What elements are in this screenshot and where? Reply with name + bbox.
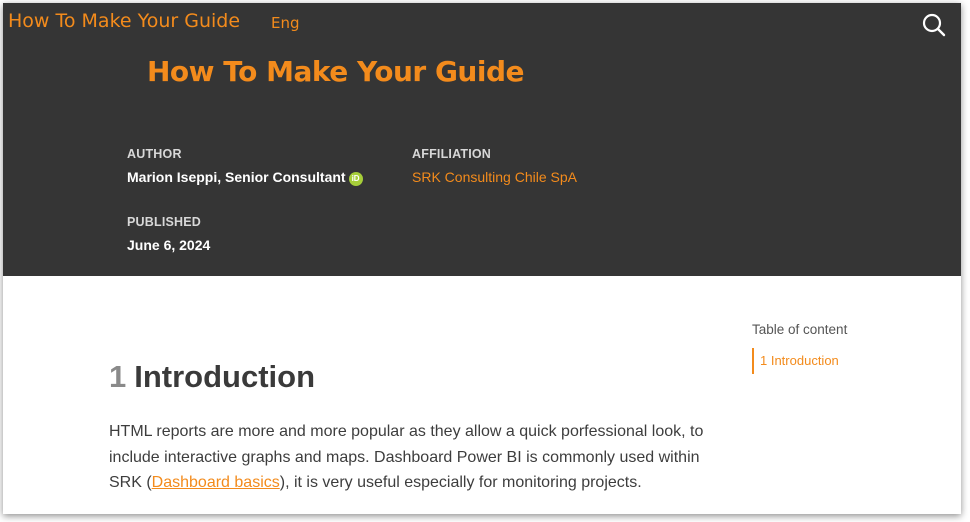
page-title: How To Make Your Guide: [147, 55, 525, 88]
published-label: PUBLISHED: [127, 215, 202, 229]
search-button[interactable]: [921, 12, 947, 38]
intro-text-part2: ), it is very useful especially for moni…: [279, 474, 642, 491]
author-name-row: Marion Iseppi, Senior Consultant iD: [127, 169, 363, 186]
toc-title: Table of content: [752, 322, 848, 337]
page-frame: How To Make Your Guide Eng How To Make Y…: [3, 3, 961, 514]
search-icon: [922, 13, 946, 37]
intro-paragraph: HTML reports are more and more popular a…: [109, 419, 729, 496]
affiliation-link[interactable]: SRK Consulting Chile SpA: [412, 169, 577, 185]
dashboard-basics-link[interactable]: Dashboard basics: [152, 474, 280, 491]
toc-item-introduction[interactable]: 1 Introduction: [752, 348, 839, 374]
language-selector[interactable]: Eng: [271, 14, 300, 32]
site-title-link[interactable]: How To Make Your Guide: [8, 10, 240, 32]
section-number: 1: [109, 359, 127, 394]
section-title: Introduction: [134, 359, 316, 394]
orcid-icon[interactable]: iD: [348, 172, 363, 186]
author-label: AUTHOR: [127, 147, 182, 161]
title-banner: How To Make Your Guide Eng How To Make Y…: [3, 3, 961, 276]
affiliation-label: AFFILIATION: [412, 147, 492, 161]
section-heading: 1 Introduction: [109, 359, 315, 395]
published-date: June 6, 2024: [127, 237, 211, 253]
author-name: Marion Iseppi, Senior Consultant: [127, 169, 346, 185]
